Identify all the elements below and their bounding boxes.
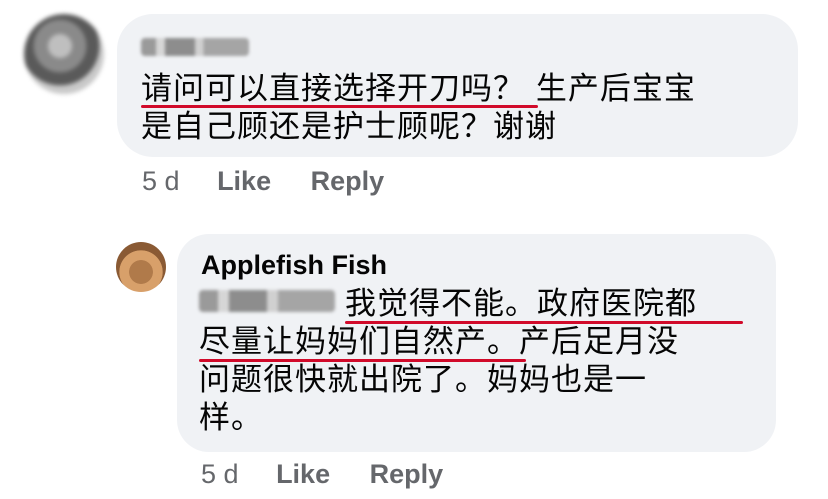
reply-button[interactable]: Reply [311, 166, 385, 196]
reply-timestamp[interactable]: 5 d [201, 459, 239, 489]
comment-text: 请问可以直接选择开刀吗？ 生产后宝宝 是自己顾还是护士顾呢？谢谢 [141, 70, 781, 146]
reply-line-2: 尽量让妈妈们自然产。产后足月没 [199, 324, 679, 360]
comment-actions: 5 d Like Reply [142, 166, 416, 197]
reply-button[interactable]: Reply [370, 459, 444, 489]
replier-avatar[interactable] [116, 242, 166, 292]
like-button[interactable]: Like [217, 166, 271, 196]
blurred-author-name[interactable] [141, 38, 249, 56]
comment-timestamp[interactable]: 5 d [142, 166, 180, 196]
commenter-avatar[interactable] [24, 14, 104, 94]
red-underline-annotation [141, 105, 538, 108]
reply-line-3: 问题很快就出院了。妈妈也是一 [199, 362, 647, 398]
red-underline-annotation [199, 359, 526, 362]
red-underline-annotation [345, 321, 743, 324]
comment-line-2: 是自己顾还是护士顾呢？谢谢 [141, 109, 557, 145]
reply-line-4: 样。 [199, 400, 263, 436]
comment-line-1: 请问可以直接选择开刀吗？ 生产后宝宝 [141, 71, 696, 107]
reply-actions: 5 d Like Reply [201, 459, 475, 490]
like-button[interactable]: Like [276, 459, 330, 489]
reply-line-1: 我觉得不能。政府医院都 [345, 286, 697, 322]
reply-author-name[interactable]: Applefish Fish [201, 250, 387, 281]
